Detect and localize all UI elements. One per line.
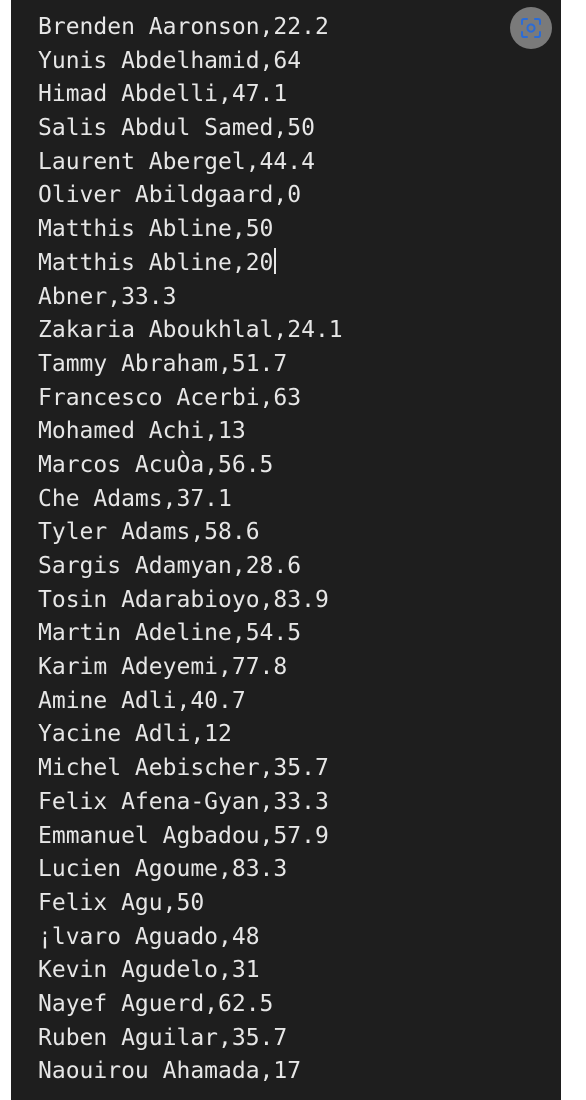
editor-line: Brenden Aaronson,22.2 <box>38 11 343 45</box>
text-editor[interactable]: Brenden Aaronson,22.2 Yunis Abdelhamid,64… <box>11 0 561 1100</box>
editor-line-text: Michel Aebischer,35.7 <box>38 755 329 782</box>
editor-line: Himad Abdelli,47.1 <box>38 78 343 112</box>
editor-line: Karim Adeyemi,77.8 <box>38 651 343 685</box>
editor-line-text: Felix Agu,50 <box>38 889 205 916</box>
editor-line-text: Laurent Abergel,44.4 <box>38 148 315 175</box>
lens-search-button[interactable] <box>510 7 552 49</box>
editor-line-text: Francesco Acerbi,63 <box>38 384 302 411</box>
editor-line-text: Marcos AcuÒa,56.5 <box>38 451 274 478</box>
editor-line-text: Lucien Agoume,83.3 <box>38 856 288 883</box>
editor-line: Martin Adeline,54.5 <box>38 617 343 651</box>
editor-lines: Brenden Aaronson,22.2 Yunis Abdelhamid,64… <box>38 11 343 1089</box>
editor-line-text: Himad Abdelli,47.1 <box>38 81 288 108</box>
editor-line-text: Kevin Agudelo,31 <box>38 957 260 984</box>
editor-line-text: Tammy Abraham,51.7 <box>38 350 288 377</box>
editor-line: Nayef Aguerd,62.5 <box>38 988 343 1022</box>
editor-line: Francesco Acerbi,63 <box>38 382 343 416</box>
editor-line-text: Mohamed Achi,13 <box>38 418 246 445</box>
editor-line: Laurent Abergel,44.4 <box>38 146 343 180</box>
editor-line: Tosin Adarabioyo,83.9 <box>38 584 343 618</box>
editor-line-text: Oliver Abildgaard,0 <box>38 182 302 209</box>
editor-line-text: Yacine Adli,12 <box>38 721 232 748</box>
editor-line: Matthis Abline,20 <box>38 247 343 281</box>
editor-line: Mohamed Achi,13 <box>38 415 343 449</box>
editor-line: Ruben Aguilar,35.7 <box>38 1022 343 1056</box>
editor-line-text: Amine Adli,40.7 <box>38 687 246 714</box>
editor-line: Michel Aebischer,35.7 <box>38 752 343 786</box>
editor-line-text: Che Adams,37.1 <box>38 485 232 512</box>
editor-line-text: Naouirou Ahamada,17 <box>38 1058 302 1085</box>
editor-line: Zakaria Aboukhlal,24.1 <box>38 314 343 348</box>
editor-line-text: Nayef Aguerd,62.5 <box>38 990 274 1017</box>
editor-line: Felix Afena-Gyan,33.3 <box>38 786 343 820</box>
editor-line: ¡lvaro Aguado,48 <box>38 921 343 955</box>
text-cursor <box>274 247 276 274</box>
google-lens-icon <box>520 17 542 39</box>
editor-line-text: Karim Adeyemi,77.8 <box>38 654 288 681</box>
editor-line-text: Salis Abdul Samed,50 <box>38 115 315 142</box>
editor-line-text: Matthis Abline,50 <box>38 216 274 243</box>
editor-line: Yacine Adli,12 <box>38 718 343 752</box>
editor-line: Emmanuel Agbadou,57.9 <box>38 820 343 854</box>
editor-line: Sargis Adamyan,28.6 <box>38 550 343 584</box>
editor-line: Naouirou Ahamada,17 <box>38 1055 343 1089</box>
editor-line-text: Emmanuel Agbadou,57.9 <box>38 822 329 849</box>
editor-line: Tammy Abraham,51.7 <box>38 348 343 382</box>
editor-line: Oliver Abildgaard,0 <box>38 179 343 213</box>
editor-line: Abner,33.3 <box>38 281 343 315</box>
editor-line-text: Abner,33.3 <box>38 283 177 310</box>
editor-line: Amine Adli,40.7 <box>38 685 343 719</box>
editor-line: Marcos AcuÒa,56.5 <box>38 449 343 483</box>
editor-line: Che Adams,37.1 <box>38 483 343 517</box>
editor-line-text: Ruben Aguilar,35.7 <box>38 1024 288 1051</box>
editor-line: Yunis Abdelhamid,64 <box>38 45 343 79</box>
editor-line: Matthis Abline,50 <box>38 213 343 247</box>
editor-line: Lucien Agoume,83.3 <box>38 853 343 887</box>
editor-line-text: Sargis Adamyan,28.6 <box>38 553 302 579</box>
editor-line-text: Tyler Adams,58.6 <box>38 519 260 546</box>
editor-line: Tyler Adams,58.6 <box>38 516 343 550</box>
editor-line: Felix Agu,50 <box>38 887 343 921</box>
editor-line-text: Felix Afena-Gyan,33.3 <box>38 788 329 815</box>
editor-line-text: Yunis Abdelhamid,64 <box>38 47 302 74</box>
editor-line-text: Tosin Adarabioyo,83.9 <box>38 586 329 613</box>
editor-line-text: Brenden Aaronson,22.2 <box>38 14 329 40</box>
editor-line: Salis Abdul Samed,50 <box>38 112 343 146</box>
editor-line-text: Martin Adeline,54.5 <box>38 620 302 647</box>
editor-line-text: ¡lvaro Aguado,48 <box>38 923 260 950</box>
editor-line-text: Zakaria Aboukhlal,24.1 <box>38 317 343 344</box>
editor-line: Kevin Agudelo,31 <box>38 954 343 988</box>
editor-line-text: Matthis Abline,20 <box>38 249 274 276</box>
